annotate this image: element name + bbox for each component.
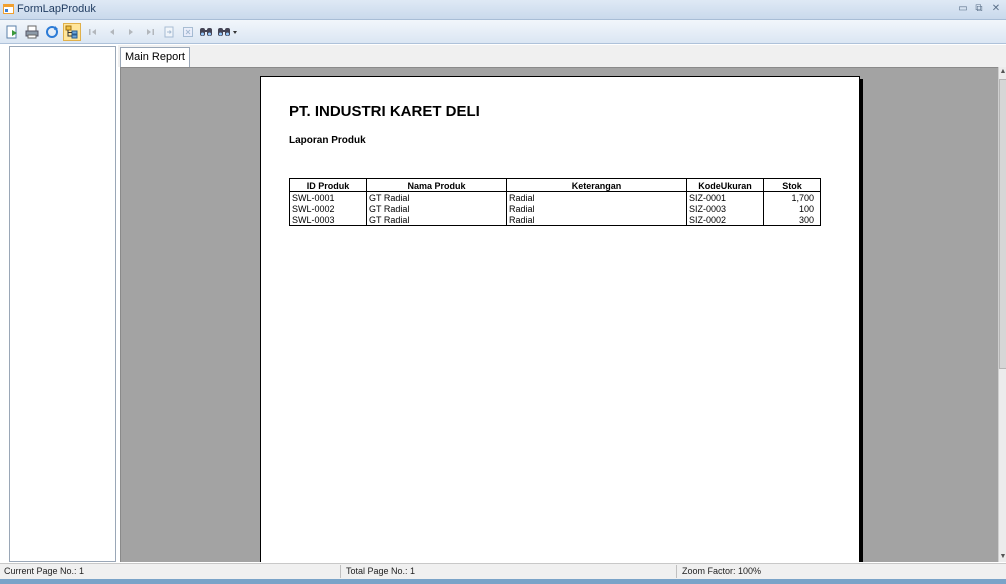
column-header: Nama Produk xyxy=(366,178,507,192)
taskbar-strip xyxy=(0,579,1006,584)
restore-icon[interactable]: ⧉ xyxy=(972,2,986,16)
cell-keterangan: Radial xyxy=(506,191,687,203)
cell-id-produk: SWL-0002 xyxy=(292,203,335,214)
print-button[interactable] xyxy=(23,23,41,41)
zoom-button[interactable] xyxy=(216,23,240,41)
print-icon xyxy=(25,25,39,39)
status-separator xyxy=(340,565,341,578)
zoom-icon xyxy=(218,28,237,36)
next-page-icon xyxy=(129,29,133,35)
first-page-icon xyxy=(89,29,96,35)
toggle-group-tree-button[interactable] xyxy=(63,23,81,41)
current-page-status: Current Page No.: 1 xyxy=(4,566,85,576)
company-name: PT. INDUSTRI KARET DELI xyxy=(289,103,480,120)
report-toolbar xyxy=(0,20,1006,44)
goto-page-icon xyxy=(164,26,174,38)
column-header: Stok xyxy=(763,178,821,192)
tab-main-report[interactable]: Main Report xyxy=(120,47,190,67)
previous-page-button[interactable] xyxy=(103,23,121,41)
last-page-button[interactable] xyxy=(141,23,159,41)
refresh-icon xyxy=(46,26,58,38)
column-header: Keterangan xyxy=(506,178,687,192)
column-header: KodeUkuran xyxy=(686,178,764,192)
column-header: ID Produk xyxy=(289,178,367,192)
cell-kode-ukuran: SIZ-0001 xyxy=(686,191,764,203)
table-row: SWL-0002 GT Radial Radial SIZ-0003 100 xyxy=(290,203,821,214)
zoom-factor-status: Zoom Factor: 100% xyxy=(682,566,762,576)
cell-stok: 100 xyxy=(763,203,821,214)
report-subtitle: Laporan Produk xyxy=(289,135,366,146)
product-table: ID Produk Nama Produk Keterangan KodeUku… xyxy=(289,178,821,226)
scrollbar-thumb[interactable] xyxy=(999,79,1006,369)
vertical-scrollbar[interactable]: ▲ ▼ xyxy=(998,67,1006,562)
cell-nama-produk: GT Radial xyxy=(366,203,507,214)
cell-stok: 300 xyxy=(763,214,821,226)
cell-id-produk: SWL-0003 xyxy=(292,214,335,225)
find-button[interactable] xyxy=(197,23,215,41)
cell-keterangan: Radial xyxy=(506,203,687,214)
cell-id-produk: SWL-0001 xyxy=(292,192,335,203)
export-button[interactable] xyxy=(3,23,21,41)
first-page-button[interactable] xyxy=(84,23,102,41)
last-page-icon xyxy=(147,29,154,35)
table-row: SWL-0003 GT Radial Radial SIZ-0002 300 xyxy=(290,214,821,226)
status-bar: Current Page No.: 1 Total Page No.: 1 Zo… xyxy=(0,563,1006,579)
status-separator xyxy=(676,565,677,578)
goto-page-button[interactable] xyxy=(160,23,178,41)
group-tree-panel[interactable] xyxy=(9,46,116,562)
next-page-button[interactable] xyxy=(122,23,140,41)
window-title: FormLapProduk xyxy=(17,3,96,15)
report-tab-strip: Main Report xyxy=(118,45,1006,67)
scroll-down-icon[interactable]: ▼ xyxy=(999,552,1006,562)
cell-kode-ukuran: SIZ-0003 xyxy=(686,203,764,214)
title-bar: FormLapProduk ▭ ⧉ ✕ xyxy=(0,0,1006,20)
previous-page-icon xyxy=(110,29,114,35)
report-page: PT. INDUSTRI KARET DELI Laporan Produk I… xyxy=(260,76,860,562)
export-icon xyxy=(6,25,17,39)
report-viewer[interactable]: PT. INDUSTRI KARET DELI Laporan Produk I… xyxy=(120,67,998,562)
cell-keterangan: Radial xyxy=(506,214,687,226)
toggle-group-tree-icon xyxy=(65,25,78,39)
app-icon xyxy=(3,4,14,14)
close-view-icon xyxy=(183,27,193,37)
cell-stok: 1,700 xyxy=(763,191,821,203)
table-row: SWL-0001 GT Radial Radial SIZ-0001 1,700 xyxy=(290,191,821,203)
scroll-up-icon[interactable]: ▲ xyxy=(999,67,1006,77)
close-icon[interactable]: ✕ xyxy=(989,2,1003,16)
cell-nama-produk: GT Radial xyxy=(366,191,507,203)
close-view-button[interactable] xyxy=(179,23,197,41)
refresh-button[interactable] xyxy=(43,23,61,41)
cell-nama-produk: GT Radial xyxy=(366,214,507,226)
total-page-status: Total Page No.: 1 xyxy=(346,566,416,576)
minimize-icon[interactable]: ▭ xyxy=(956,2,970,16)
find-icon xyxy=(200,28,212,36)
cell-kode-ukuran: SIZ-0002 xyxy=(686,214,764,226)
